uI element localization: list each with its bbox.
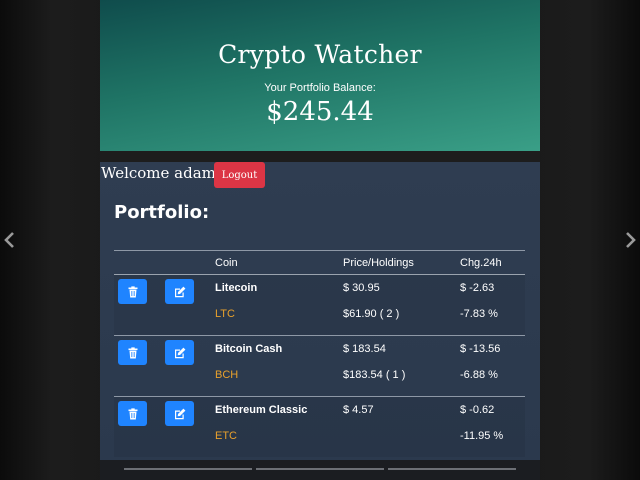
coin-ticker: BCH [215, 369, 239, 381]
delete-coin-button[interactable] [118, 340, 147, 365]
edit-icon [174, 286, 185, 297]
edit-coin-button[interactable] [165, 279, 194, 304]
edit-coin-button[interactable] [165, 340, 194, 365]
column-header-change-24h: Chg.24h [460, 257, 502, 269]
edit-icon [174, 347, 185, 358]
table-row: Ethereum Classic ETC $ 4.57 $ -0.62 -11.… [114, 397, 525, 457]
next-slide-button[interactable] [620, 228, 640, 252]
delete-coin-button[interactable] [118, 279, 147, 304]
coin-price: $ 30.95 [343, 282, 380, 294]
column-header-coin: Coin [215, 257, 238, 269]
change-percent: -6.88 % [460, 369, 498, 381]
coin-price: $ 4.57 [343, 404, 374, 416]
coin-ticker: ETC [215, 430, 237, 442]
delete-coin-button[interactable] [118, 401, 147, 426]
logout-button[interactable]: Logout [214, 162, 265, 188]
table-row: Litecoin LTC $ 30.95 $61.90 ( 2 ) $ -2.6… [114, 275, 525, 336]
trash-icon [128, 285, 137, 297]
app-title: Crypto Watcher [218, 40, 422, 69]
change-amount: $ -2.63 [460, 282, 495, 294]
edit-coin-button[interactable] [165, 401, 194, 426]
change-percent: -7.83 % [460, 308, 498, 320]
app-container: Crypto Watcher Your Portfolio Balance: $… [100, 0, 540, 480]
slide-indicator[interactable] [124, 468, 252, 470]
slide-indicator-bar [100, 460, 540, 480]
chevron-left-icon [4, 232, 14, 248]
balance-value: $245.44 [266, 97, 374, 127]
table-header: Coin Price/Holdings Chg.24h [114, 251, 525, 275]
coin-name: Ethereum Classic [215, 404, 308, 416]
coin-price: $ 183.54 [343, 343, 386, 355]
portfolio-table: Coin Price/Holdings Chg.24h Litecoin LTC… [114, 250, 525, 457]
portfolio-panel: Welcome adam Logout Portfolio: Coin Pric… [100, 162, 540, 460]
welcome-text: Welcome adam [101, 164, 216, 182]
chevron-right-icon [626, 232, 636, 248]
coin-name: Litecoin [215, 282, 258, 294]
divider [100, 151, 540, 162]
coin-holdings: $183.54 ( 1 ) [343, 369, 406, 381]
coin-ticker: LTC [215, 308, 235, 320]
slide-indicator[interactable] [388, 468, 516, 470]
coin-holdings: $61.90 ( 2 ) [343, 308, 400, 320]
change-amount: $ -0.62 [460, 404, 495, 416]
change-amount: $ -13.56 [460, 343, 501, 355]
change-percent: -11.95 % [460, 430, 504, 442]
trash-icon [128, 346, 137, 358]
slide-indicator[interactable] [256, 468, 384, 470]
coin-name: Bitcoin Cash [215, 343, 283, 355]
table-row: Bitcoin Cash BCH $ 183.54 $183.54 ( 1 ) … [114, 336, 525, 397]
portfolio-heading: Portfolio: [114, 202, 210, 223]
previous-slide-button[interactable] [0, 228, 20, 252]
column-header-price-holdings: Price/Holdings [343, 257, 414, 269]
edit-icon [174, 408, 185, 419]
hero-banner: Crypto Watcher Your Portfolio Balance: $… [100, 0, 540, 151]
trash-icon [128, 407, 137, 419]
balance-label: Your Portfolio Balance: [264, 82, 376, 94]
